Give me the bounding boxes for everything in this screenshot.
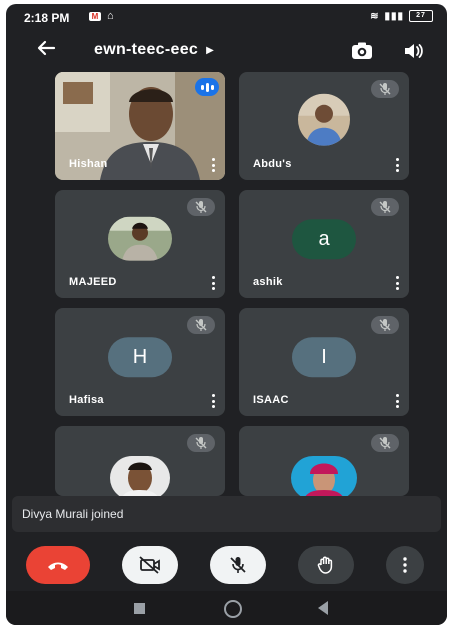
- call-controls: [6, 546, 447, 586]
- camera-off-icon: [139, 556, 160, 574]
- more-options-button[interactable]: [386, 546, 424, 584]
- status-time: 2:18 PM: [24, 11, 70, 25]
- more-vert-icon[interactable]: [211, 276, 215, 290]
- speaking-indicator: [195, 78, 219, 96]
- participant-tile[interactable]: Hishan: [55, 72, 225, 180]
- home-icon[interactable]: [224, 600, 242, 618]
- meeting-title-button[interactable]: ewn-teec-eec ▶: [94, 41, 214, 59]
- meet-screen: 2:18 PM M ⌂ ≋ ▮▮▮ 27 ewn-teec-eec ▶ Hish…: [6, 4, 447, 625]
- participant-tile[interactable]: Abdu's: [239, 72, 409, 180]
- mic-off-icon: [371, 316, 399, 334]
- gmail-notification-icon: M: [89, 12, 101, 21]
- chevron-right-icon: ▶: [206, 44, 214, 56]
- participant-avatar: H: [108, 337, 172, 378]
- notification-text: Divya Murali joined: [22, 507, 124, 521]
- more-options-icon: [403, 557, 407, 573]
- camera-toggle-button[interactable]: [122, 546, 178, 584]
- participant-avatar: [108, 216, 172, 261]
- participant-avatar: I: [292, 337, 356, 378]
- more-vert-icon[interactable]: [395, 394, 399, 408]
- recents-icon[interactable]: [134, 603, 145, 614]
- speaker-icon[interactable]: [403, 42, 425, 60]
- participant-tile[interactable]: [55, 426, 225, 496]
- participant-tile[interactable]: MAJEED: [55, 190, 225, 298]
- mic-off-icon: [371, 434, 399, 452]
- participant-avatar: [110, 456, 170, 496]
- raise-hand-icon: [317, 556, 333, 574]
- raise-hand-button[interactable]: [298, 546, 354, 584]
- participant-avatar: [291, 456, 357, 496]
- mic-off-icon: [187, 198, 215, 216]
- participant-tile[interactable]: a ashik: [239, 190, 409, 298]
- signal-icon: ▮▮▮: [384, 10, 404, 22]
- mic-off-icon: [230, 557, 246, 573]
- wifi-icon: ≋: [370, 10, 380, 22]
- cast-icon: ⌂: [107, 10, 114, 22]
- more-vert-icon[interactable]: [211, 158, 215, 172]
- battery-icon: 27: [409, 10, 433, 22]
- back-arrow-icon[interactable]: [36, 38, 56, 63]
- mic-off-icon: [371, 80, 399, 98]
- mic-toggle-button[interactable]: [210, 546, 266, 584]
- end-call-icon: [48, 562, 68, 570]
- more-vert-icon[interactable]: [211, 394, 215, 408]
- more-vert-icon[interactable]: [395, 276, 399, 290]
- mic-off-icon: [187, 316, 215, 334]
- participant-tile[interactable]: I ISAAC: [239, 308, 409, 416]
- end-call-button[interactable]: [26, 546, 90, 584]
- battery-level: 27: [416, 12, 426, 19]
- join-notification: Divya Murali joined: [12, 496, 441, 532]
- participant-name: Hafisa: [69, 394, 104, 406]
- participant-name: Hishan: [69, 158, 108, 170]
- participant-name: MAJEED: [69, 276, 117, 288]
- participant-tile[interactable]: [239, 426, 409, 496]
- participant-tile[interactable]: H Hafisa: [55, 308, 225, 416]
- participant-avatar: a: [292, 219, 356, 260]
- mic-off-icon: [371, 198, 399, 216]
- system-nav-bar: [6, 591, 447, 625]
- back-icon[interactable]: [318, 601, 328, 615]
- more-vert-icon[interactable]: [395, 158, 399, 172]
- meeting-code: ewn-teec-eec: [94, 41, 199, 58]
- participant-name: ashik: [253, 276, 283, 288]
- meeting-header: ewn-teec-eec ▶: [6, 32, 447, 72]
- status-bar: 2:18 PM M ⌂ ≋ ▮▮▮ 27: [6, 4, 447, 32]
- participant-name: Abdu's: [253, 158, 292, 170]
- switch-camera-icon[interactable]: [351, 42, 373, 60]
- status-icons: ≋ ▮▮▮ 27: [370, 10, 433, 22]
- participant-name: ISAAC: [253, 394, 289, 406]
- participant-avatar: [298, 93, 350, 146]
- mic-off-icon: [187, 434, 215, 452]
